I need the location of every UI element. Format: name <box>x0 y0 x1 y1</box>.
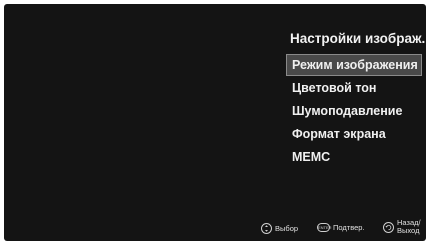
select-hint: Выбор <box>261 223 298 234</box>
return-icon <box>383 221 394 233</box>
menu-title: Настройки изображ... <box>290 31 426 46</box>
tv-screen: Настройки изображ... Режим изображения Ц… <box>4 4 426 241</box>
menu-item-noise-reduction[interactable]: Шумоподавление <box>286 100 422 122</box>
back-hint-label: Назад/ Выход <box>397 219 421 235</box>
back-hint: Назад/ Выход <box>383 219 421 235</box>
menu-item-memc[interactable]: MEMC <box>286 146 422 168</box>
menu-item-screen-format[interactable]: Формат экрана <box>286 123 422 145</box>
confirm-hint: ENTER Подтвер. <box>317 223 365 232</box>
menu-item-picture-mode[interactable]: Режим изображения <box>286 54 422 76</box>
menu-item-color-tone[interactable]: Цветовой тон <box>286 77 422 99</box>
select-hint-label: Выбор <box>275 224 299 233</box>
back-hint-label-line2: Выход <box>397 226 420 235</box>
dpad-updown-icon <box>261 223 272 234</box>
enter-icon: ENTER <box>317 223 332 232</box>
picture-settings-menu: Режим изображения Цветовой тон Шумоподав… <box>286 54 422 169</box>
confirm-hint-label: Подтвер. <box>333 223 365 232</box>
button-hints-bar: Выбор ENTER Подтвер. Назад/ Выход <box>4 218 426 241</box>
